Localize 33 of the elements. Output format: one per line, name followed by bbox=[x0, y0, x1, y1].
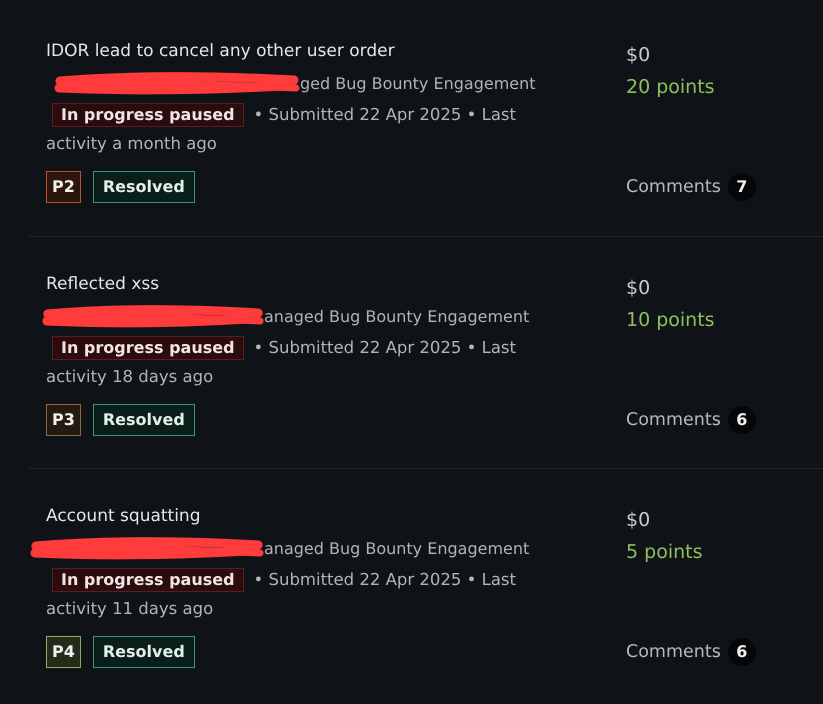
status-badge: In progress paused bbox=[52, 102, 244, 126]
state-badge: Resolved bbox=[92, 171, 195, 203]
severity-badge: P4 bbox=[46, 636, 81, 668]
points-value: 5 points bbox=[626, 540, 702, 565]
report-meta: activity a month ago bbox=[46, 133, 217, 155]
comments-label: Comments bbox=[626, 641, 721, 664]
program-name: ged Bug Bounty Engagement bbox=[300, 73, 536, 95]
bounty-amount: $0 bbox=[626, 508, 650, 533]
severity-badge: P3 bbox=[46, 404, 81, 436]
report-title[interactable]: Reflected xss bbox=[46, 272, 160, 296]
points-value: 20 points bbox=[626, 75, 715, 100]
points-value: 10 points bbox=[626, 308, 715, 333]
report-meta: activity 11 days ago bbox=[46, 598, 214, 620]
comments-count: 6 bbox=[728, 406, 756, 434]
report-meta: • Submitted 22 Apr 2025 • Last bbox=[254, 104, 516, 126]
severity-badge: P2 bbox=[46, 171, 81, 203]
comments-count: 6 bbox=[728, 638, 756, 666]
state-badge: Resolved bbox=[92, 404, 195, 436]
report-meta: activity 18 days ago bbox=[46, 366, 214, 388]
state-badge: Resolved bbox=[92, 636, 195, 668]
report-title[interactable]: Account squatting bbox=[46, 504, 201, 528]
report-meta: • Submitted 22 Apr 2025 • Last bbox=[254, 337, 516, 359]
program-name: anaged Bug Bounty Engagement bbox=[264, 306, 530, 328]
comments-label: Comments bbox=[626, 176, 721, 199]
status-badge: In progress paused bbox=[52, 568, 244, 592]
bounty-amount: $0 bbox=[626, 43, 650, 68]
status-badge: In progress paused bbox=[52, 336, 244, 360]
bounty-amount: $0 bbox=[626, 276, 650, 301]
comments-label: Comments bbox=[626, 409, 721, 432]
comments-count: 7 bbox=[728, 173, 756, 201]
report-title[interactable]: IDOR lead to cancel any other user order bbox=[46, 39, 395, 63]
report-meta: • Submitted 22 Apr 2025 • Last bbox=[254, 569, 516, 591]
program-name: anaged Bug Bounty Engagement bbox=[264, 538, 530, 560]
